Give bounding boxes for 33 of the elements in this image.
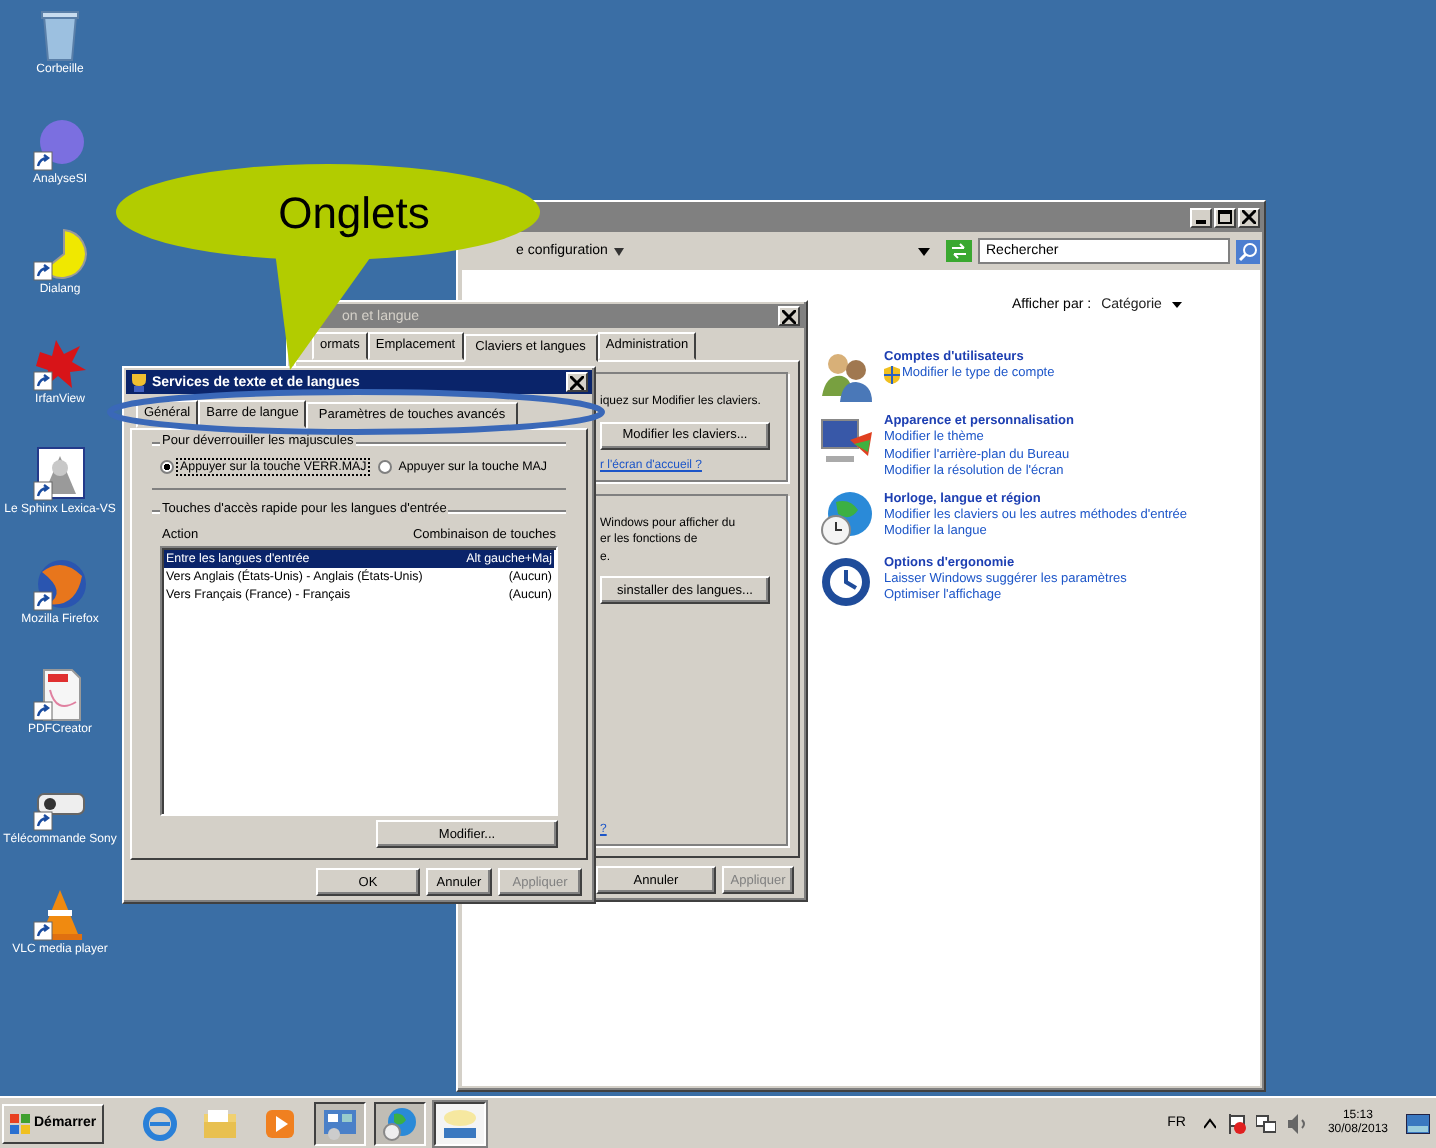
refresh-icon[interactable] [946,240,972,262]
close-button[interactable] [1238,207,1260,227]
dropdown-icon[interactable] [918,247,930,255]
caret-icon [613,247,624,255]
app-icon[interactable] [32,116,88,172]
figure-icon[interactable] [32,446,88,502]
globe-icon[interactable] [32,556,88,612]
users-icon[interactable] [818,348,874,404]
radio-button[interactable] [378,460,393,474]
control-panel-icon[interactable] [314,1101,367,1145]
close-button[interactable] [566,372,588,392]
volume-icon[interactable] [1285,1113,1306,1133]
logo [10,1113,30,1133]
flag-icon[interactable] [1225,1113,1246,1133]
globe-clock-icon[interactable] [818,489,874,545]
maximize-button[interactable] [1214,207,1236,227]
radio-button[interactable] [160,460,174,474]
network-icon[interactable] [1255,1113,1276,1133]
trophy-icon [130,373,148,391]
chevron-icon[interactable] [1203,1117,1216,1129]
splash-icon[interactable] [32,336,88,392]
minimize-button[interactable] [1190,207,1212,227]
crescent-icon[interactable] [32,226,88,282]
caret-icon[interactable] [1171,302,1182,308]
globe-icon[interactable] [374,1101,427,1145]
maximize-icon [1218,210,1232,224]
search-icon[interactable] [1236,239,1260,263]
accessibility-icon[interactable] [818,553,874,609]
traffic-cone-icon[interactable] [32,886,88,942]
keyboard-icon[interactable] [434,1101,487,1145]
show-desktop-icon[interactable] [1406,1113,1430,1133]
callout-text: Onglets [278,188,430,238]
shield-icon [884,366,900,384]
